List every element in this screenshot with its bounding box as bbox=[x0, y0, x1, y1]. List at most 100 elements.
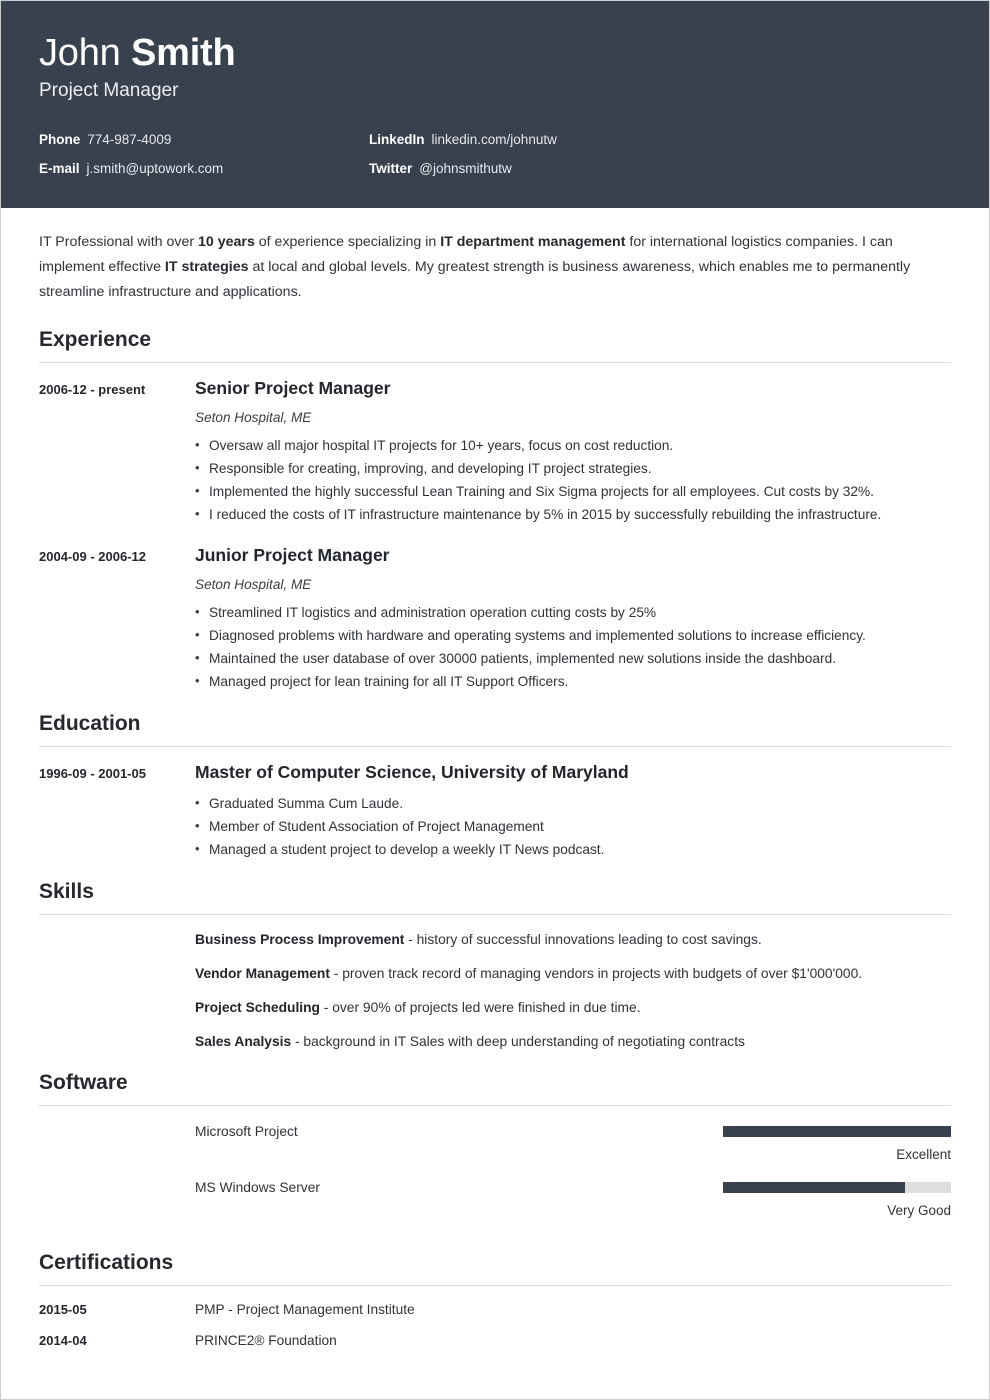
resume-header: John Smith Project Manager Phone 774-987… bbox=[1, 1, 989, 208]
summary-bold-2: IT department management bbox=[440, 234, 626, 250]
list-item: Responsible for creating, improving, and… bbox=[195, 456, 951, 480]
last-name: Smith bbox=[130, 32, 236, 74]
summary-bold-1: 10 years bbox=[198, 234, 255, 250]
certification-item: 2014-04 PRINCE2® Foundation bbox=[39, 1331, 951, 1351]
skill-name: Sales Analysis bbox=[195, 1034, 292, 1049]
certification-name: PRINCE2® Foundation bbox=[195, 1333, 337, 1348]
software-proficiency-bar bbox=[723, 1126, 951, 1137]
skills-list: Business Process Improvement - history o… bbox=[39, 929, 951, 1052]
software-list: Microsoft Project Excellent MS Windows S… bbox=[39, 1120, 951, 1232]
summary-text-1: IT Professional with over bbox=[39, 234, 199, 250]
section-divider bbox=[39, 1105, 951, 1106]
certification-date: 2014-04 bbox=[39, 1333, 87, 1348]
skill-item: Project Scheduling - over 90% of project… bbox=[195, 997, 951, 1018]
section-title-skills: Skills bbox=[39, 880, 94, 903]
skill-description: - history of successful innovations lead… bbox=[404, 932, 762, 947]
list-item: Implemented the highly successful Lean T… bbox=[195, 479, 951, 503]
skill-item: Vendor Management - proven track record … bbox=[195, 963, 951, 984]
experience-organization: Seton Hospital, ME bbox=[195, 410, 312, 425]
contact-twitter-value[interactable]: @johnsmithutw bbox=[419, 160, 512, 177]
software-item: MS Windows Server Very Good bbox=[195, 1176, 951, 1232]
contact-grid: Phone 774-987-4009 LinkedIn linkedin.com… bbox=[39, 131, 951, 177]
section-title-certifications: Certifications bbox=[39, 1251, 174, 1274]
section-divider bbox=[39, 362, 951, 363]
contact-twitter: Twitter @johnsmithutw bbox=[369, 160, 512, 177]
contact-twitter-label: Twitter bbox=[369, 161, 413, 176]
list-item: I reduced the costs of IT infrastructure… bbox=[195, 502, 951, 526]
education-details: Master of Computer Science, University o… bbox=[195, 761, 951, 861]
professional-summary: IT Professional with over 10 years of ex… bbox=[39, 208, 951, 309]
section-divider bbox=[39, 746, 951, 747]
experience-entry: 2006-12 - present Senior Project Manager… bbox=[39, 377, 951, 526]
section-title-experience: Experience bbox=[39, 328, 152, 351]
contact-row: E-mail j.smith@uptowork.com Twitter @joh… bbox=[39, 160, 951, 177]
skill-name: Project Scheduling bbox=[195, 1000, 320, 1015]
contact-phone: Phone 774-987-4009 bbox=[39, 131, 369, 148]
experience-date: 2004-09 - 2006-12 bbox=[39, 549, 146, 564]
contact-linkedin-value[interactable]: linkedin.com/johnutw bbox=[432, 131, 557, 148]
skill-item: Business Process Improvement - history o… bbox=[195, 929, 951, 950]
certification-name: PMP - Project Management Institute bbox=[195, 1302, 415, 1317]
skill-description: - proven track record of managing vendor… bbox=[329, 966, 863, 981]
experience-details: Junior Project Manager Seton Hospital, M… bbox=[195, 544, 951, 693]
skill-item: Sales Analysis - background in IT Sales … bbox=[195, 1031, 951, 1052]
software-proficiency-label: Very Good bbox=[887, 1203, 951, 1218]
experience-entry: 2004-09 - 2006-12 Junior Project Manager… bbox=[39, 544, 951, 693]
contact-linkedin: LinkedIn linkedin.com/johnutw bbox=[369, 131, 557, 148]
contact-phone-value[interactable]: 774-987-4009 bbox=[87, 131, 171, 148]
list-item: Streamlined IT logistics and administrat… bbox=[195, 600, 951, 624]
contact-phone-label: Phone bbox=[39, 132, 81, 147]
contact-linkedin-label: LinkedIn bbox=[369, 132, 425, 147]
software-proficiency-fill bbox=[723, 1126, 951, 1137]
resume-page: John Smith Project Manager Phone 774-987… bbox=[0, 0, 990, 1400]
experience-bullet-list: Streamlined IT logistics and administrat… bbox=[195, 600, 951, 693]
certification-item: 2015-05 PMP - Project Management Institu… bbox=[39, 1300, 951, 1320]
experience-organization: Seton Hospital, ME bbox=[195, 577, 312, 592]
candidate-job-title: Project Manager bbox=[39, 80, 179, 101]
contact-email-value[interactable]: j.smith@uptowork.com bbox=[87, 160, 224, 177]
list-item: Managed a student project to develop a w… bbox=[195, 837, 951, 861]
software-proficiency-bar bbox=[723, 1182, 951, 1193]
list-item: Graduated Summa Cum Laude. bbox=[195, 791, 951, 815]
section-certifications: Certifications 2015-05 PMP - Project Man… bbox=[39, 1250, 951, 1351]
first-name: John bbox=[39, 32, 121, 74]
summary-bold-3: IT strategies bbox=[164, 259, 249, 275]
education-degree: Master of Computer Science, University o… bbox=[195, 762, 629, 782]
skill-name: Business Process Improvement bbox=[195, 932, 405, 947]
education-date: 1996-09 - 2001-05 bbox=[39, 766, 146, 781]
section-experience: Experience 2006-12 - present Senior Proj… bbox=[39, 327, 951, 693]
software-proficiency-label: Excellent bbox=[896, 1147, 951, 1162]
software-item: Microsoft Project Excellent bbox=[195, 1120, 951, 1176]
software-name: MS Windows Server bbox=[195, 1180, 320, 1195]
software-proficiency-fill bbox=[723, 1182, 906, 1193]
candidate-name: John Smith bbox=[39, 31, 951, 75]
contact-email: E-mail j.smith@uptowork.com bbox=[39, 160, 369, 177]
list-item: Diagnosed problems with hardware and ope… bbox=[195, 623, 951, 647]
contact-row: Phone 774-987-4009 LinkedIn linkedin.com… bbox=[39, 131, 951, 148]
section-title-software: Software bbox=[39, 1071, 128, 1094]
section-divider bbox=[39, 914, 951, 915]
section-skills: Skills Business Process Improvement - hi… bbox=[39, 879, 951, 1052]
experience-role: Junior Project Manager bbox=[195, 545, 390, 565]
experience-bullet-list: Oversaw all major hospital IT projects f… bbox=[195, 433, 951, 526]
software-name: Microsoft Project bbox=[195, 1124, 298, 1139]
list-item: Managed project for lean training for al… bbox=[195, 669, 951, 693]
experience-role: Senior Project Manager bbox=[195, 378, 391, 398]
experience-details: Senior Project Manager Seton Hospital, M… bbox=[195, 377, 951, 526]
contact-email-label: E-mail bbox=[39, 161, 80, 176]
section-software: Software Microsoft Project Excellent MS … bbox=[39, 1070, 951, 1232]
resume-body: IT Professional with over 10 years of ex… bbox=[1, 208, 989, 1351]
education-entry: 1996-09 - 2001-05 Master of Computer Sci… bbox=[39, 761, 951, 861]
list-item: Member of Student Association of Project… bbox=[195, 814, 951, 838]
summary-text-2: of experience specializing in bbox=[254, 234, 441, 250]
skill-description: - over 90% of projects led were finished… bbox=[319, 1000, 641, 1015]
section-education: Education 1996-09 - 2001-05 Master of Co… bbox=[39, 711, 951, 861]
education-bullet-list: Graduated Summa Cum Laude. Member of Stu… bbox=[195, 791, 951, 861]
section-title-education: Education bbox=[39, 712, 141, 735]
certification-date: 2015-05 bbox=[39, 1302, 87, 1317]
list-item: Maintained the user database of over 300… bbox=[195, 646, 951, 670]
section-divider bbox=[39, 1285, 951, 1286]
skill-name: Vendor Management bbox=[195, 966, 330, 981]
skill-description: - background in IT Sales with deep under… bbox=[291, 1034, 745, 1049]
list-item: Oversaw all major hospital IT projects f… bbox=[195, 433, 951, 457]
